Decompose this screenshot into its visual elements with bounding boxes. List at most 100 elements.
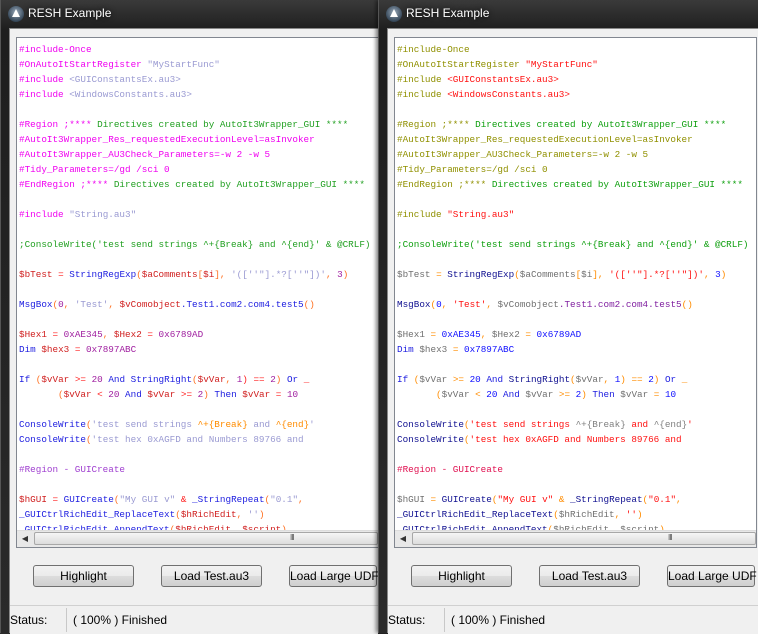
code-line: If ($vVar >= 20 And StringRight($vVar, 1… [19, 372, 370, 387]
load-test-button[interactable]: Load Test.au3 [161, 565, 262, 587]
code-token: < [91, 389, 109, 400]
status-separator [66, 608, 67, 632]
code-token: GUICreate [441, 494, 492, 505]
code-token: , [480, 329, 492, 340]
code-token: #Tidy_Parameters=/gd /sci 0 [19, 164, 170, 175]
code-line: #include "String.au3" [19, 207, 370, 222]
code-token: '([''"].*?[''"])' [231, 269, 326, 280]
code-token: ;ConsoleWrite('test send strings ^+{Brea… [19, 239, 371, 250]
code-token: StringRegExp [447, 269, 515, 280]
code-line: #include <WindowsConstants.au3> [19, 87, 370, 102]
code-token: 20 [91, 374, 103, 385]
code-token: $vVar [242, 389, 271, 400]
title-bar[interactable]: RESH Example [1, 0, 378, 28]
code-token: MsgBox [397, 299, 431, 310]
code-token: $vVar [147, 389, 176, 400]
code-token: "0.1" [648, 494, 677, 505]
code-token: $vComobject [497, 299, 559, 310]
autoit-app-icon[interactable] [386, 6, 402, 22]
code-line: #Region - GUICreate [397, 462, 748, 477]
code-token: >= [175, 389, 198, 400]
rich-edit-code-editor[interactable]: #include-Once #OnAutoItStartRegister "MyS… [394, 37, 757, 548]
code-token: Directives created by AutoIt3Wrapper_GUI… [491, 179, 743, 190]
code-token: "String.au3" [69, 209, 137, 220]
code-line: _GUICtrlRichEdit_ReplaceText($hRichEdit,… [19, 507, 370, 522]
code-token: ( [19, 389, 64, 400]
code-token: _GUICtrlRichEdit_ReplaceText [397, 509, 554, 520]
code-line: ($vVar < 20 And $vVar >= 2) Then $vVar =… [397, 387, 748, 402]
code-token: $vVar [419, 374, 448, 385]
code-token: $hex3 [419, 344, 448, 355]
code-line: If ($vVar >= 20 And StringRight($vVar, 1… [397, 372, 748, 387]
code-token: <GUIConstantsEx.au3> [69, 74, 181, 85]
code-token: 'test hex 0xAGFD and Numbers 89766 and [469, 434, 682, 445]
code-line: ConsoleWrite('test hex 0xAGFD and Number… [397, 432, 748, 447]
load-large-udf-button[interactable]: Load Large UDF [667, 565, 757, 587]
code-token: #include [397, 89, 448, 100]
code-token: , [63, 299, 75, 310]
code-token: = [648, 389, 665, 400]
code-line: #AutoIt3Wrapper_Res_requestedExecutionLe… [397, 132, 748, 147]
code-token: MsgBox [19, 299, 53, 310]
code-token: Directives created by AutoIt3Wrapper_GUI… [97, 119, 349, 130]
code-token: $aComments [519, 269, 576, 280]
code-token: 10 [664, 389, 677, 400]
scrollbar-thumb[interactable]: III [34, 532, 378, 545]
highlight-button[interactable]: Highlight [33, 565, 134, 587]
code-token: = [519, 329, 537, 340]
highlight-button[interactable]: Highlight [411, 565, 512, 587]
code-token: = [430, 269, 448, 280]
code-line: #AutoIt3Wrapper_AU3Check_Parameters=-w 2… [397, 147, 748, 162]
code-token: #include [19, 89, 70, 100]
code-token: >= [447, 374, 470, 385]
code-token: #OnAutoItStartRegister [397, 59, 526, 70]
code-token: "My GUI v" [119, 494, 176, 505]
horizontal-scrollbar[interactable]: ◀ III [17, 530, 378, 547]
code-line: MsgBox(0, 'Test', $vComobject.Test1.com2… [397, 297, 748, 312]
code-token: #AutoIt3Wrapper_AU3Check_Parameters=-w 2… [19, 149, 271, 160]
scroll-left-arrow-icon[interactable]: ◀ [19, 533, 31, 545]
load-test-button[interactable]: Load Test.au3 [539, 565, 640, 587]
code-line: #Region - GUICreate [19, 462, 370, 477]
code-line: #include <GUIConstantsEx.au3> [19, 72, 370, 87]
code-line: $bTest = StringRegExp($aComments[$i], '(… [19, 267, 370, 282]
code-token: ' [309, 419, 315, 430]
code-line: ($vVar < 20 And $vVar >= 2) Then $vVar =… [19, 387, 370, 402]
load-large-udf-button[interactable]: Load Large UDF [289, 565, 379, 587]
code-line: #include-Once [19, 42, 370, 57]
code-token: , [676, 494, 688, 505]
rich-edit-code-editor[interactable]: #include-Once #OnAutoItStartRegister "MyS… [16, 37, 379, 548]
code-token: 'test send strings [469, 419, 576, 430]
code-token: 20 [108, 389, 120, 400]
code-line: #EndRegion ;**** Directives created by A… [19, 177, 370, 192]
code-token: Then [592, 389, 621, 400]
code-token: , [325, 269, 338, 280]
code-token: #AutoIt3Wrapper_Res_requestedExecutionLe… [19, 134, 315, 145]
code-token: Then [214, 389, 243, 400]
code-token: Dim [397, 344, 420, 355]
code-token: #Region - GUICreate [19, 464, 126, 475]
scroll-left-arrow-icon[interactable]: ◀ [397, 533, 409, 545]
code-token: '' [247, 509, 259, 520]
title-bar[interactable]: RESH Example [379, 0, 758, 28]
code-token: $aComments [141, 269, 198, 280]
horizontal-scrollbar[interactable]: ◀ III [395, 530, 756, 547]
code-token: And [102, 374, 131, 385]
code-line: #EndRegion ;**** Directives created by A… [397, 177, 748, 192]
code-token: ) [720, 269, 727, 280]
code-line: #AutoIt3Wrapper_AU3Check_Parameters=-w 2… [19, 147, 370, 162]
autoit-app-icon[interactable] [8, 6, 24, 22]
code-token: ) [275, 374, 287, 385]
code-token: $i [203, 269, 215, 280]
scrollbar-thumb[interactable]: III [412, 532, 756, 545]
